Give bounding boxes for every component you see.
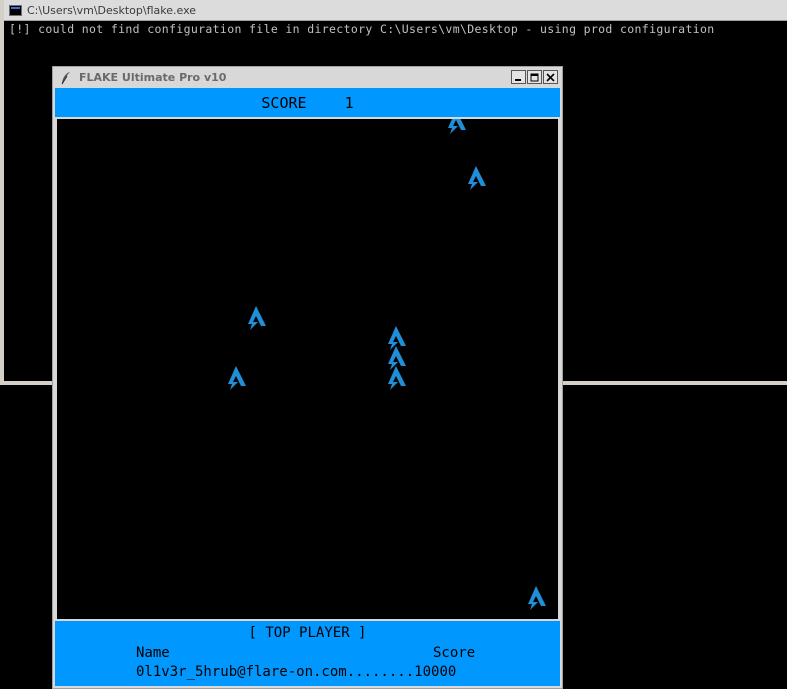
leaderboard-col-score: Score — [433, 645, 476, 661]
score-value: 1 — [344, 93, 354, 112]
leaderboard-heading: [ TOP PLAYER ] — [248, 625, 367, 641]
minimize-button[interactable] — [511, 70, 526, 84]
score-label: SCORE — [261, 93, 307, 112]
window-controls — [510, 70, 558, 84]
leaderboard-col-name: Name — [136, 645, 170, 661]
lightning-arrow-icon[interactable] — [385, 365, 407, 391]
maximize-button[interactable] — [527, 70, 542, 84]
lightning-arrow-icon[interactable] — [465, 165, 487, 191]
leaderboard-row: 0l1v3r_5hrub@flare-on.com........10000 — [136, 664, 456, 680]
console-app-icon — [9, 4, 22, 16]
player-score: 10000 — [414, 664, 457, 680]
lightning-arrow-icon[interactable] — [245, 305, 267, 331]
console-title: C:\Users\vm\Desktop\flake.exe — [27, 3, 197, 17]
leaderboard: [ TOP PLAYER ] Name Score 0l1v3r_5hrub@f… — [55, 621, 560, 686]
game-titlebar[interactable]: FLAKE Ultimate Pro v10 — [53, 67, 562, 88]
game-title: FLAKE Ultimate Pro v10 — [79, 71, 227, 84]
game-play-area[interactable] — [57, 119, 558, 619]
console-titlebar[interactable]: C:\Users\vm\Desktop\flake.exe — [4, 0, 787, 21]
player-name: 0l1v3r_5hrub@flare-on.com — [136, 664, 347, 680]
leader-dots: ........ — [346, 664, 415, 680]
feather-icon — [59, 71, 73, 85]
lightning-arrow-icon[interactable] — [445, 119, 467, 135]
game-window: FLAKE Ultimate Pro v10 SCORE 1 [ TOP PLA… — [52, 66, 563, 689]
close-button[interactable] — [543, 70, 558, 84]
lightning-arrow-icon[interactable] — [225, 365, 247, 391]
console-output: [!] could not find configuration file in… — [9, 22, 715, 36]
lightning-arrow-icon[interactable] — [525, 585, 547, 611]
score-bar: SCORE 1 — [55, 88, 560, 117]
